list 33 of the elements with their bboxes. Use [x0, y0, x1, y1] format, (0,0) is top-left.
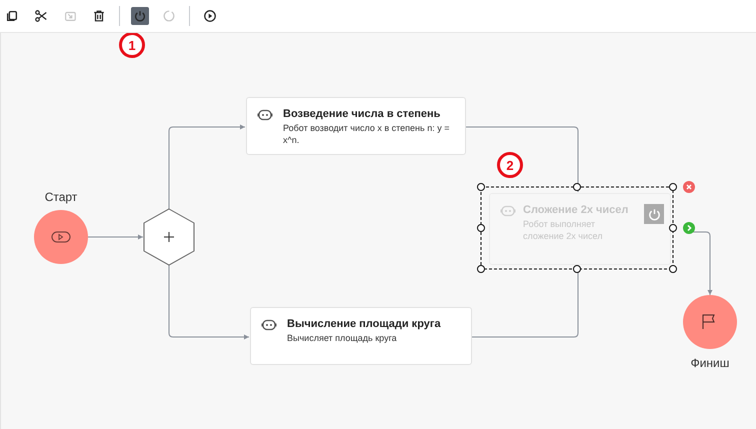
task-card[interactable]: Возведение числа в степень Робот возводит число x в степень n: y = x^n.: [246, 97, 466, 155]
task-title: Вычисление площади круга: [287, 318, 442, 330]
parallel-gateway[interactable]: [144, 208, 194, 266]
task-description: Вычисляет площадь круга: [287, 332, 398, 344]
import-icon: [63, 9, 77, 23]
play-button[interactable]: [201, 7, 219, 25]
flag-icon: [702, 314, 715, 330]
delete-icon[interactable]: [683, 181, 695, 193]
callout-number: 2: [497, 152, 523, 178]
power-icon: [133, 9, 147, 23]
refresh-icon: [162, 9, 176, 23]
finish-node[interactable]: [683, 295, 737, 349]
trash-icon: [92, 9, 106, 23]
play-icon: [203, 9, 217, 23]
plus-icon: [164, 232, 174, 242]
scissors-icon: [34, 9, 48, 23]
copy-icon: [5, 9, 19, 23]
node-label: Финиш: [690, 356, 730, 370]
callout-number: 1: [119, 33, 145, 58]
task-card[interactable]: Вычисление площади круга Вычисляет площадь круга: [250, 307, 472, 365]
robot-icon: [257, 109, 273, 121]
task-description: Робот возводит число x в степень n: y = x^n.: [283, 122, 450, 146]
power-button[interactable]: [131, 7, 149, 25]
connector-arrow: [692, 232, 712, 296]
robot-icon: [500, 205, 516, 217]
robot-icon: [261, 319, 277, 331]
connect-icon[interactable]: [683, 222, 695, 234]
connector-arrow: [88, 234, 144, 240]
start-node[interactable]: [34, 210, 88, 264]
play-icon: [52, 232, 70, 242]
power-icon: [646, 206, 662, 222]
node-label: Старт: [44, 190, 78, 204]
task-title: Возведение числа в степень: [283, 108, 442, 120]
